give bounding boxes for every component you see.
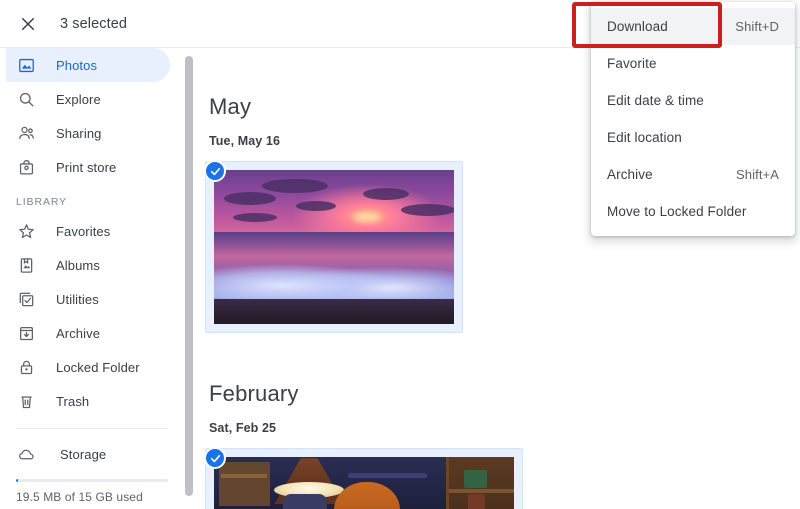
menu-label-archive: Archive (607, 167, 653, 182)
day-heading-february: Sat, Feb 25 (209, 421, 277, 435)
scrollbar-thumb[interactable] (185, 56, 193, 496)
sidebar-item-albums[interactable]: Albums (6, 248, 170, 282)
menu-item-edit-location[interactable]: Edit location (591, 119, 795, 156)
photo-icon (16, 55, 36, 75)
sidebar-label-print-store: Print store (56, 159, 117, 175)
cloud-icon (16, 444, 36, 464)
menu-item-edit-date-time[interactable]: Edit date & time (591, 82, 795, 119)
selection-check-icon[interactable] (204, 447, 226, 469)
context-menu: Download Shift+D Favorite Edit date & ti… (591, 2, 795, 236)
menu-label-download: Download (607, 19, 668, 34)
sidebar-item-locked-folder[interactable]: Locked Folder (6, 350, 170, 384)
sidebar-label-locked-folder: Locked Folder (56, 359, 140, 375)
storage-progress-bar (16, 479, 168, 482)
photo-tile-sunset[interactable] (204, 160, 463, 333)
menu-item-archive[interactable]: Archive Shift+A (591, 156, 795, 193)
google-photos-app: 3 selected Photos Explore Sharing Print … (0, 0, 800, 509)
content-scrollbar[interactable] (184, 48, 195, 509)
selected-count-label: 3 selected (60, 15, 128, 32)
sidebar-item-sharing[interactable]: Sharing (6, 116, 170, 150)
lock-icon (16, 357, 36, 377)
sidebar-label-explore: Explore (56, 91, 101, 107)
close-icon (22, 17, 34, 30)
sidebar-item-explore[interactable]: Explore (6, 82, 170, 116)
sidebar-label-favorites: Favorites (56, 223, 111, 239)
sidebar-item-storage[interactable]: Storage (16, 439, 184, 469)
sidebar-item-favorites[interactable]: Favorites (6, 214, 170, 248)
selection-check-icon[interactable] (204, 160, 226, 182)
menu-label-favorite: Favorite (607, 56, 657, 71)
star-icon (16, 221, 36, 241)
shopping-bag-icon (16, 157, 36, 177)
sidebar-label-archive: Archive (56, 325, 101, 341)
month-heading-february: February (209, 381, 299, 406)
sidebar-item-archive[interactable]: Archive (6, 316, 170, 350)
album-icon (16, 255, 36, 275)
archive-icon (16, 323, 36, 343)
sidebar-divider (16, 428, 168, 429)
sidebar-label-albums: Albums (56, 257, 100, 273)
sidebar-item-print-store[interactable]: Print store (6, 150, 170, 184)
menu-item-favorite[interactable]: Favorite (591, 45, 795, 82)
sidebar-label-trash: Trash (56, 393, 90, 409)
sidebar-item-trash[interactable]: Trash (6, 384, 170, 418)
utilities-icon (16, 289, 36, 309)
menu-shortcut-download: Shift+D (735, 19, 779, 34)
sidebar-label-photos: Photos (56, 57, 98, 73)
search-icon (16, 89, 36, 109)
animated-room-photo (214, 457, 514, 509)
photo-tile-room[interactable] (204, 447, 523, 509)
people-icon (16, 123, 36, 143)
menu-label-move-to-locked-folder: Move to Locked Folder (607, 204, 747, 219)
menu-label-edit-date-time: Edit date & time (607, 93, 704, 108)
sidebar-label-storage: Storage (60, 446, 107, 462)
sunset-beach-photo (214, 170, 454, 324)
sidebar-item-utilities[interactable]: Utilities (6, 282, 170, 316)
menu-shortcut-archive: Shift+A (736, 167, 779, 182)
menu-label-edit-location: Edit location (607, 130, 682, 145)
sidebar-label-utilities: Utilities (56, 291, 99, 307)
menu-item-move-to-locked-folder[interactable]: Move to Locked Folder (591, 193, 795, 230)
storage-usage-text: 19.5 MB of 15 GB used (16, 490, 143, 504)
close-selection-button[interactable] (16, 12, 40, 36)
sidebar-label-sharing: Sharing (56, 125, 102, 141)
trash-icon (16, 391, 36, 411)
sidebar-section-library: LIBRARY (16, 196, 68, 208)
sidebar-item-photos[interactable]: Photos (6, 48, 170, 82)
sidebar: Photos Explore Sharing Print store LIBRA… (0, 48, 184, 509)
menu-item-download[interactable]: Download Shift+D (591, 8, 795, 45)
